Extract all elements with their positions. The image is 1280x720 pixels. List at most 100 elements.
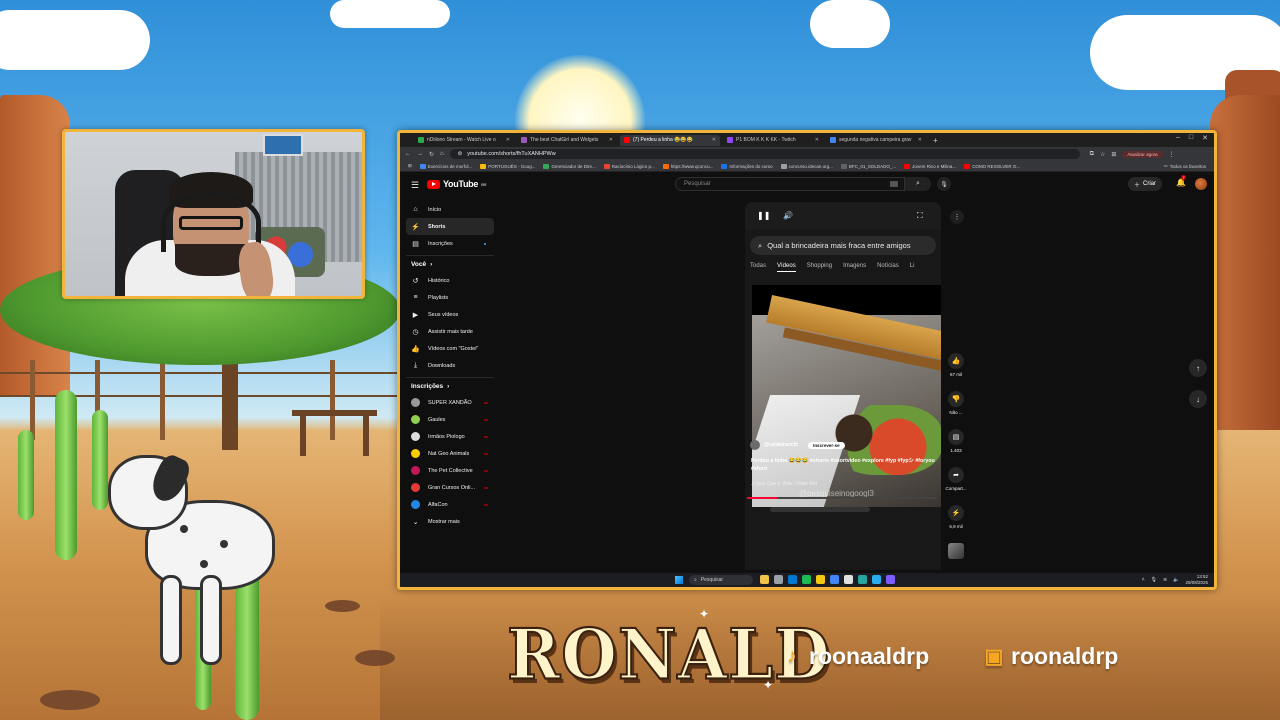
forward-icon[interactable]: → [417, 151, 423, 157]
close-window-icon[interactable]: ✕ [1202, 134, 1208, 142]
channel-avatar[interactable] [750, 440, 760, 450]
back-icon[interactable]: ← [405, 151, 411, 157]
sidebar-item[interactable]: ≡ Playlists [406, 289, 494, 306]
bookmark-item[interactable]: Exercícios de morfol... [419, 163, 472, 169]
sidebar-channel[interactable]: SUPER XANDÃO [406, 394, 494, 411]
google-tab[interactable]: Li [910, 263, 915, 272]
fullscreen-icon[interactable]: ⛶ [917, 211, 923, 221]
tab-close-icon[interactable]: ✕ [609, 137, 613, 143]
bookmark-item[interactable]: concurso.idecan.org... [780, 163, 833, 169]
browser-menu-icon[interactable]: ⋮ [1169, 151, 1175, 158]
browser-tab[interactable]: The best ChatGirl and Widgets ✕ [517, 135, 617, 146]
volume-tray-icon[interactable]: 🔈 [1173, 577, 1179, 583]
wifi-icon[interactable]: ≋ [1163, 577, 1167, 583]
pause-icon[interactable]: ❚❚ [757, 211, 770, 220]
update-button[interactable]: Atualizar agora [1122, 150, 1163, 158]
menu-icon[interactable]: ☰ [411, 180, 419, 191]
bookmark-item[interactable]: BFC_01_SOLDADO_... [840, 163, 896, 169]
show-more-button[interactable]: ⌄ Mostrar mais [406, 513, 494, 530]
bookmark-star-icon[interactable]: ☆ [1100, 151, 1105, 158]
video-progress-bar[interactable] [747, 497, 937, 499]
section-you[interactable]: Você › [406, 255, 494, 272]
taskbar-app-icon[interactable] [774, 575, 783, 584]
sidebar-channel[interactable]: The Pet Collective [406, 462, 494, 479]
next-short-button[interactable]: ↓ [1189, 390, 1207, 408]
remix-button[interactable]: ⚡ [948, 505, 964, 521]
search-button[interactable]: ⌕ [905, 177, 931, 191]
taskbar-app-icon[interactable] [760, 575, 769, 584]
bookmark-item[interactable]: Gerenciador de Dire... [543, 163, 596, 169]
new-tab-icon[interactable]: + [933, 136, 938, 145]
windows-start-icon[interactable] [675, 576, 683, 584]
all-bookmarks[interactable]: ▭ Todos os favoritos [1163, 163, 1206, 169]
taskbar-app-icon[interactable] [872, 575, 881, 584]
google-tab[interactable]: Vídeos [777, 263, 796, 272]
google-tab[interactable]: Todas [750, 263, 766, 272]
taskbar-app-icon[interactable] [886, 575, 895, 584]
bookmark-item[interactable]: Informações do curso [721, 163, 773, 169]
sidebar-item[interactable]: ⤓ Downloads [406, 357, 494, 374]
sidebar-item[interactable]: ⌂ Início [406, 201, 494, 218]
avatar[interactable] [1195, 178, 1207, 190]
install-icon[interactable]: ⧉ [1090, 151, 1094, 158]
sidebar-item[interactable]: ↺ Histórico [406, 272, 494, 289]
tray-chevron-icon[interactable]: ˄ [1142, 577, 1145, 583]
dislike-button[interactable]: 👎 [948, 391, 964, 407]
reload-icon[interactable]: ↻ [429, 151, 434, 158]
search-input[interactable]: Pesquisar [675, 177, 905, 191]
share-button[interactable]: ➦ [948, 467, 964, 483]
voice-search-button[interactable]: 🎙 [937, 177, 951, 191]
bookmark-item[interactable]: Raciocínio Lógico p... [603, 163, 655, 169]
short-music[interactable]: ♫ Isso Que é Vida · Filipe Ret [751, 481, 817, 487]
url-field[interactable]: ⊜ youtube.com/shorts/fhTuXANHPWw [449, 149, 1080, 159]
browser-tab[interactable]: P1 BOM K K K KK - Twitch ✕ [723, 135, 823, 146]
youtube-logo[interactable]: YouTube BR [427, 179, 487, 189]
create-button[interactable]: ＋ Criar [1128, 177, 1163, 191]
google-tab[interactable]: Notícias [877, 263, 899, 272]
tray-mic-icon[interactable]: 🎙 [1151, 577, 1157, 583]
bookmark-item[interactable]: PORTUGUÊS - Goog... [480, 163, 535, 169]
sidebar-item[interactable]: ▤ Inscrições [406, 235, 494, 252]
bookmark-item[interactable]: COMO RESOLVER O... [964, 163, 1020, 169]
google-tab[interactable]: Imagens [843, 263, 866, 272]
sidebar-channel[interactable]: Irmãos Piologo [406, 428, 494, 445]
bookmark-item[interactable]: Jovem Rico e Milina... [904, 163, 956, 169]
channel-name[interactable]: @caldeiraocfc [764, 442, 798, 448]
sidebar-item[interactable]: 👍 Vídeos com "Gostei" [406, 340, 494, 357]
tab-close-icon[interactable]: ✕ [815, 137, 819, 143]
taskbar-app-icon[interactable] [830, 575, 839, 584]
browser-tab[interactable]: segunda negativa campeira grav ✕ [826, 135, 926, 146]
volume-icon[interactable]: 🔊 [783, 211, 793, 220]
taskbar-app-icon[interactable] [802, 575, 811, 584]
more-options-button[interactable]: ⋮ [950, 210, 964, 224]
bookmark-item[interactable]: https://www.qconcu... [662, 163, 713, 169]
tab-close-icon[interactable]: ✕ [918, 137, 922, 143]
taskbar-app-icon[interactable] [844, 575, 853, 584]
short-video-panel[interactable]: ⌕ Qual a brincadeira mais fraca entre am… [745, 230, 941, 570]
comment-button[interactable]: ▤ [948, 429, 964, 445]
sidebar-channel[interactable]: Gaules [406, 411, 494, 428]
sidebar-item[interactable]: ◷ Assistir mais tarde [406, 323, 494, 340]
taskbar-app-icon[interactable] [788, 575, 797, 584]
sidebar-channel[interactable]: Nat Geo Animals [406, 445, 494, 462]
keyboard-icon[interactable] [890, 181, 898, 187]
sidebar-channel[interactable]: Gran Cursos Onli... [406, 479, 494, 496]
sidebar-channel[interactable]: AlfaCon [406, 496, 494, 513]
sound-thumbnail[interactable] [948, 543, 964, 559]
section-subscriptions[interactable]: Inscrições › [406, 377, 494, 394]
site-info-icon[interactable]: ⊜ [458, 151, 463, 157]
tab-close-icon[interactable]: ✕ [506, 137, 510, 143]
taskbar-clock[interactable]: 13:52 29/08/2025 [1185, 574, 1208, 585]
sidebar-item[interactable]: ▶ Seus vídeos [406, 306, 494, 323]
tab-close-icon[interactable]: ✕ [712, 137, 716, 143]
taskbar-app-icon[interactable] [858, 575, 867, 584]
sidebar-item[interactable]: ⚡ Shorts [406, 218, 494, 235]
like-button[interactable]: 👍 [948, 353, 964, 369]
previous-short-button[interactable]: ↑ [1189, 359, 1207, 377]
maximize-icon[interactable]: □ [1189, 134, 1193, 142]
minimize-icon[interactable]: – [1176, 134, 1180, 142]
apps-grid-icon[interactable]: ⊞ [408, 163, 412, 169]
google-tab[interactable]: Shopping [807, 263, 832, 272]
taskbar-search[interactable]: ⌕ Pesquisar [689, 575, 753, 585]
browser-tab[interactable]: (7) Perdeu a linha 😂😂😂 ✕ [620, 134, 720, 146]
